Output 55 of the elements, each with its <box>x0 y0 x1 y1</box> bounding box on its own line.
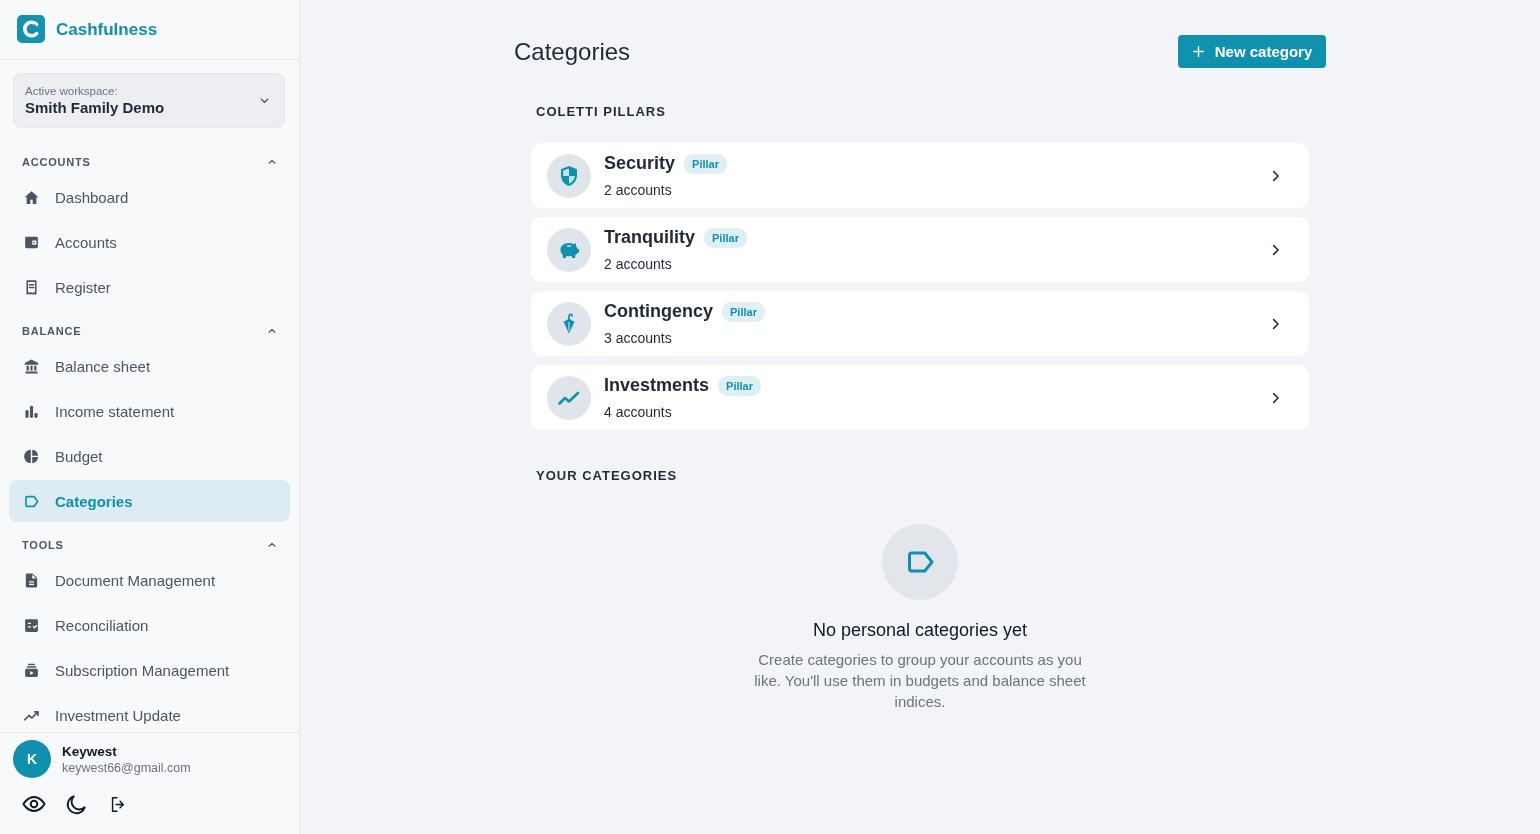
pillar-badge: Pillar <box>704 227 747 248</box>
pillar-card[interactable]: Investments Pillar 4 accounts <box>531 365 1309 430</box>
piggy-bank-icon <box>547 227 591 272</box>
pillar-title: Investments <box>604 375 710 396</box>
section-toggle[interactable]: TOOLS <box>9 533 290 557</box>
receipt-icon <box>23 278 40 296</box>
app-name: Cashfulness <box>56 19 158 40</box>
nav-item[interactable]: Budget <box>9 435 290 477</box>
empty-state-text: Create categories to group your accounts as you like. You'll use them in budgets and balance sheet indices. <box>753 650 1087 712</box>
tag-icon <box>882 524 958 600</box>
user-email: keywest66@gmail.com <box>62 760 191 775</box>
chevron-down-icon <box>259 95 270 106</box>
nav-item[interactable]: Document Management <box>9 559 290 601</box>
user-name: Keywest <box>62 743 118 759</box>
bank-icon <box>23 357 40 375</box>
section-toggle[interactable]: BALANCE <box>9 319 290 343</box>
nav-item[interactable]: Register <box>9 266 290 308</box>
pillar-title: Tranquility <box>604 227 695 248</box>
logo-icon <box>17 15 45 43</box>
user-avatar: K <box>13 740 51 778</box>
checklist-icon <box>23 616 40 634</box>
document-icon <box>23 571 40 589</box>
pillar-card[interactable]: Security Pillar 2 accounts <box>531 143 1309 208</box>
new-category-button[interactable]: New category <box>1178 35 1326 68</box>
page-title: Categories <box>514 37 631 66</box>
pie-chart-icon <box>23 447 40 465</box>
pillar-badge: Pillar <box>718 375 761 396</box>
section-toggle[interactable]: ACCOUNTS <box>9 150 290 174</box>
shield-icon <box>547 153 591 198</box>
umbrella-icon <box>547 301 591 346</box>
media-stack-icon <box>23 661 40 679</box>
moon-icon[interactable] <box>65 792 88 816</box>
workspace-select[interactable]: Active workspace: Smith Family Demo <box>13 73 285 128</box>
account-count: 2 accounts <box>604 254 672 274</box>
section-heading: YOUR CATEGORIES <box>535 468 679 484</box>
plus-icon <box>1191 45 1205 58</box>
nav-item[interactable]: Income statement <box>9 390 290 432</box>
pillar-card[interactable]: Contingency Pillar 3 accounts <box>531 291 1309 356</box>
pillar-badge: Pillar <box>722 301 765 322</box>
nav-item[interactable]: Balance sheet <box>9 345 290 387</box>
nav-item[interactable]: Reconciliation <box>9 604 290 646</box>
nav-item[interactable]: Dashboard <box>9 176 290 218</box>
pillar-badge: Pillar <box>684 153 727 174</box>
account-count: 4 accounts <box>604 402 672 422</box>
home-icon <box>23 188 40 206</box>
pillar-title: Contingency <box>604 301 713 322</box>
account-count: 3 accounts <box>604 328 672 348</box>
nav-item[interactable]: Accounts <box>9 221 290 263</box>
pillar-card[interactable]: Tranquility Pillar 2 accounts <box>531 217 1309 282</box>
section-heading: COLETTI PILLARS <box>535 104 667 120</box>
nav-item[interactable]: Investment Update <box>9 694 290 732</box>
pillar-title: Security <box>604 153 676 174</box>
nav-item[interactable]: Subscription Management <box>9 649 290 691</box>
account-count: 2 accounts <box>604 180 672 200</box>
empty-state-title: No personal categories yet <box>812 619 1028 642</box>
